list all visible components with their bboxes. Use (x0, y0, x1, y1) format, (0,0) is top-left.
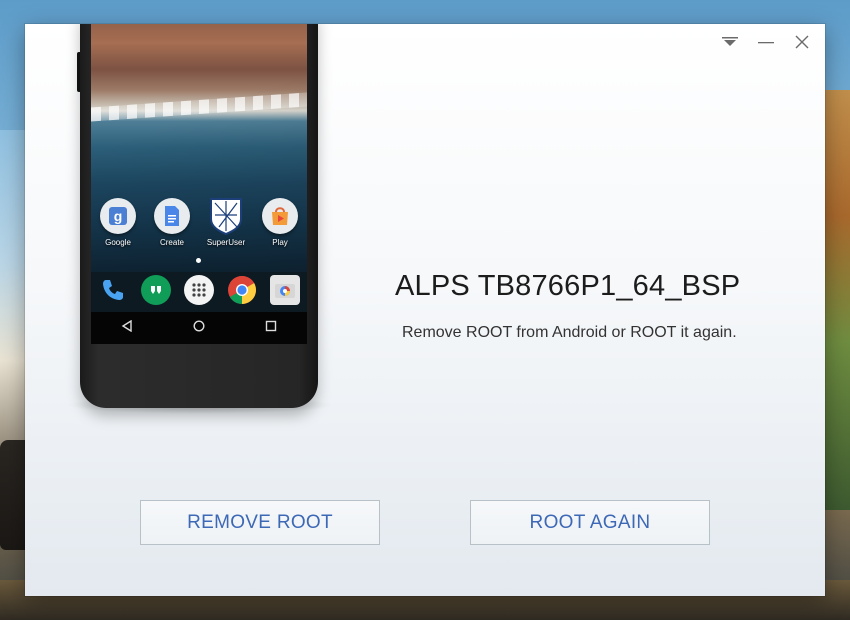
svg-text:g: g (114, 208, 123, 224)
wallpaper-surf (91, 92, 307, 122)
app-label: Play (272, 238, 288, 247)
app-label: SuperUser (206, 238, 246, 247)
app-play: Play (253, 198, 307, 247)
app-create: Create (145, 198, 199, 247)
close-icon[interactable] (787, 32, 817, 52)
phone-illustration: g Google Create SuperUser Play (77, 24, 318, 408)
back-icon (121, 319, 133, 337)
root-again-button[interactable]: ROOT AGAIN (470, 500, 710, 545)
app-drawer-icon (183, 275, 214, 305)
play-store-icon (262, 198, 298, 234)
docs-icon (154, 198, 190, 234)
hangouts-icon (140, 275, 171, 305)
superuser-icon (208, 198, 244, 235)
menu-icon[interactable] (715, 32, 745, 52)
app-google: g Google (91, 198, 145, 247)
phone-icon (98, 275, 128, 305)
phone-screen: g Google Create SuperUser Play (91, 24, 307, 344)
device-subtitle: Remove ROOT from Android or ROOT it agai… (402, 324, 737, 341)
wallpaper-person (0, 440, 26, 550)
root-tool-window: g Google Create SuperUser Play ALPS TB87… (25, 24, 825, 596)
recents-icon (265, 319, 277, 337)
app-label: Create (159, 238, 184, 247)
google-icon: g (100, 198, 136, 234)
wallpaper-sea (0, 130, 26, 460)
home-app-row: g Google Create SuperUser Play (91, 198, 307, 247)
window-controls (715, 32, 817, 52)
home-icon (193, 319, 205, 337)
phone-dock (91, 273, 307, 307)
device-name: ALPS TB8766P1_64_BSP (395, 270, 741, 302)
minimize-icon[interactable] (751, 32, 781, 52)
phone-navbar (91, 312, 307, 344)
app-label: Google (105, 238, 131, 247)
app-superuser: SuperUser (199, 198, 253, 247)
remove-root-button[interactable]: REMOVE ROOT (140, 500, 380, 545)
chrome-icon (227, 275, 257, 305)
camera-icon (270, 275, 301, 305)
page-indicator (196, 258, 201, 263)
